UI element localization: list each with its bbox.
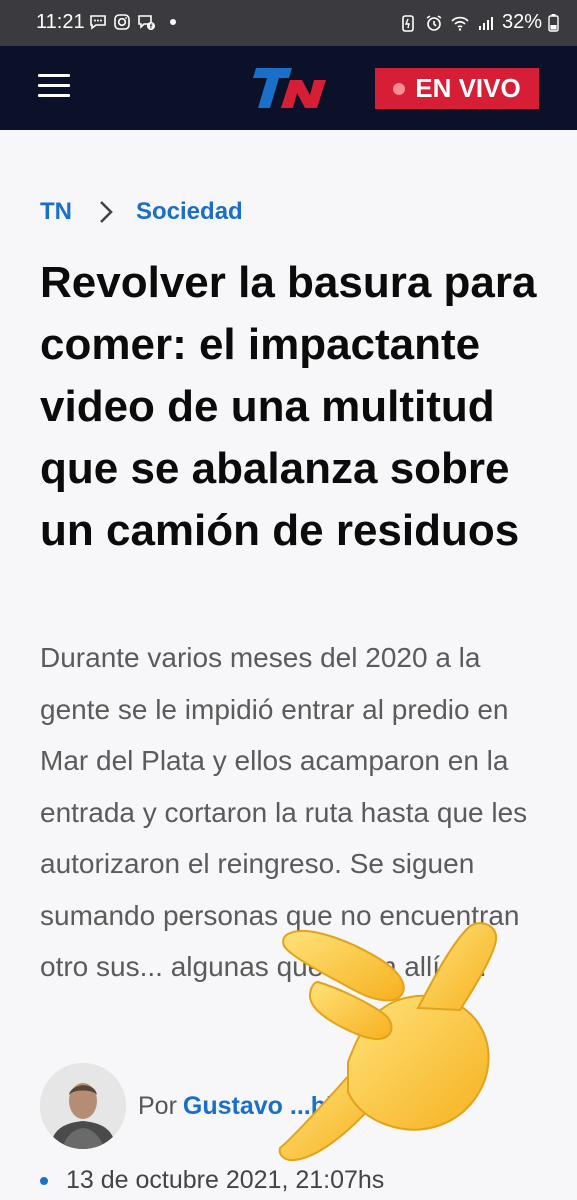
bullet-icon bbox=[40, 1176, 48, 1185]
alarm-icon bbox=[426, 14, 442, 31]
dot-icon bbox=[170, 19, 176, 25]
author-avatar[interactable] bbox=[40, 1063, 126, 1149]
chat-bubble-icon bbox=[90, 15, 106, 30]
byline-prefix: Por bbox=[138, 1091, 177, 1120]
live-dot-icon bbox=[393, 82, 406, 95]
tn-logo[interactable] bbox=[246, 66, 334, 110]
publish-date: 13 de octubre 2021, 21:07hs bbox=[40, 1166, 384, 1195]
chevron-right-icon bbox=[100, 201, 113, 223]
status-time: 11:21 bbox=[36, 11, 85, 33]
status-right-icons: 32% bbox=[398, 11, 559, 34]
breadcrumb: TN Sociedad bbox=[40, 198, 243, 226]
article-title: Revolver la basura para comer: el impact… bbox=[40, 258, 537, 555]
instagram-icon bbox=[114, 14, 130, 30]
breadcrumb-section[interactable]: Sociedad bbox=[136, 198, 243, 226]
site-header: EN VIVO bbox=[0, 46, 577, 130]
status-left-icons: f bbox=[88, 12, 176, 32]
messenger-icon: f bbox=[138, 15, 155, 31]
wifi-icon bbox=[451, 16, 469, 31]
battery-percent: 32% bbox=[501, 11, 542, 33]
live-button[interactable]: EN VIVO bbox=[375, 68, 539, 109]
publish-date-text: 13 de octubre 2021, 21:07hs bbox=[66, 1166, 385, 1194]
svg-text:f: f bbox=[150, 24, 153, 31]
signal-icon bbox=[478, 16, 493, 30]
battery-saver-icon bbox=[402, 14, 414, 32]
menu-icon[interactable] bbox=[38, 74, 70, 98]
status-bar: 11:21 f 32% bbox=[0, 0, 577, 46]
battery-icon bbox=[548, 13, 559, 32]
pointing-hand-emoji bbox=[278, 922, 498, 1162]
live-label: EN VIVO bbox=[415, 73, 521, 103]
breadcrumb-home[interactable]: TN bbox=[40, 198, 72, 226]
